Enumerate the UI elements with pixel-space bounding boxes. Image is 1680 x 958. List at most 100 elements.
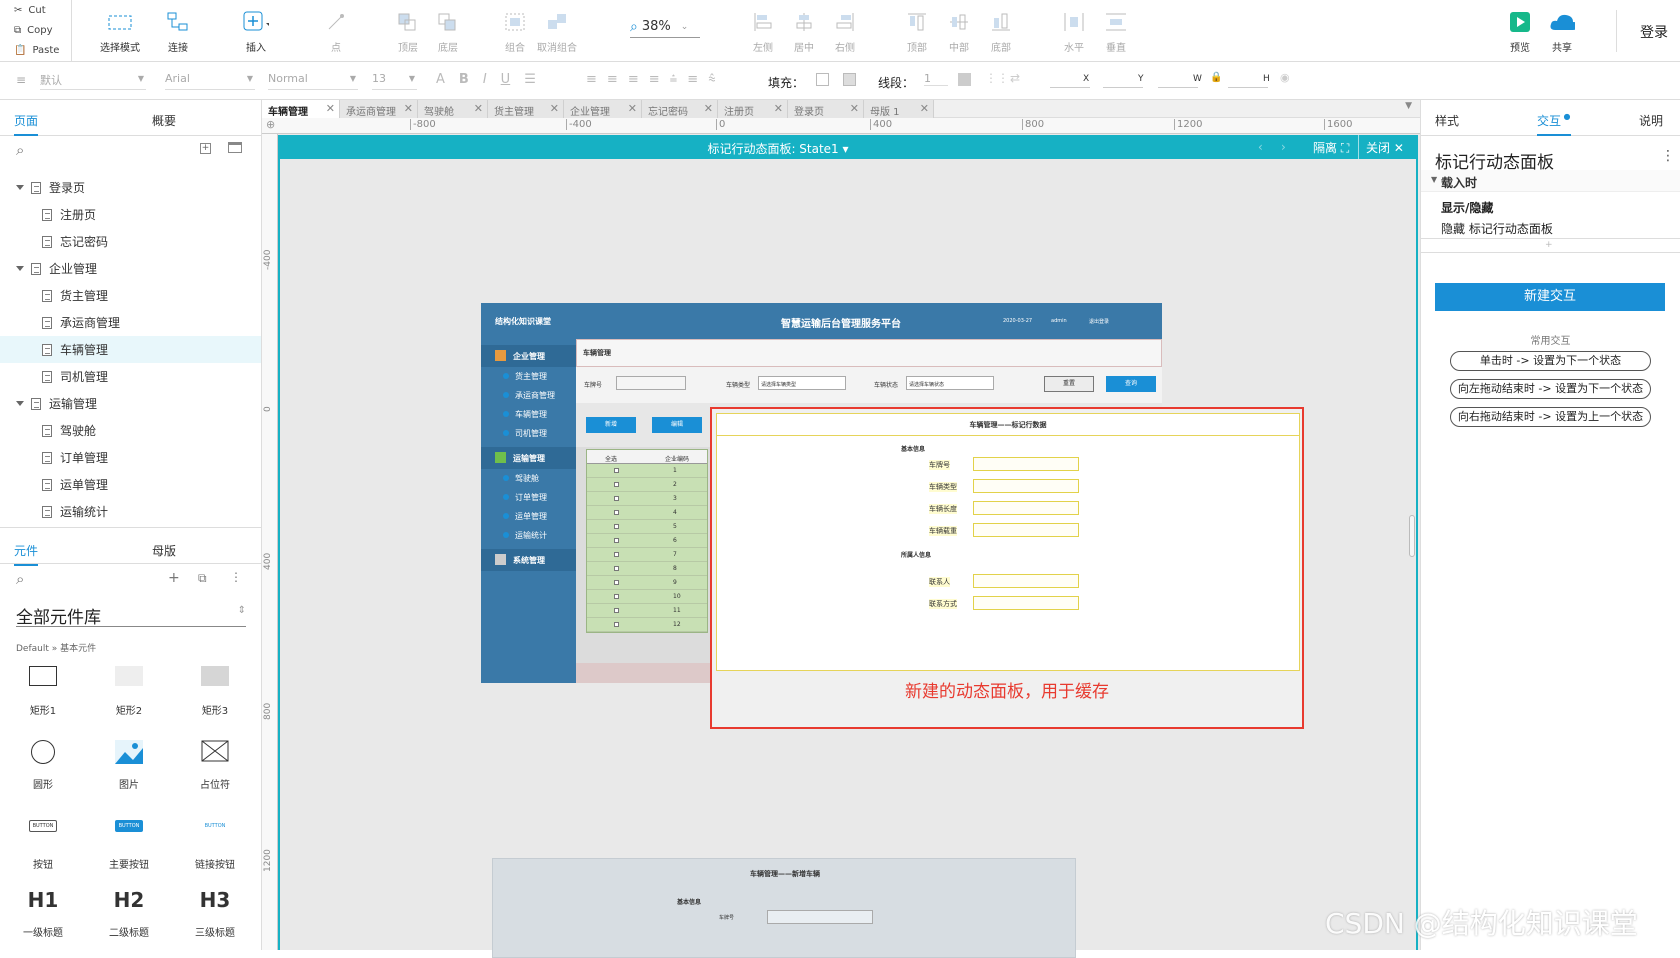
- widget-heading1[interactable]: H1 一级标题: [8, 888, 78, 939]
- tab-outline[interactable]: 概要: [152, 112, 176, 129]
- mock-grid-row[interactable]: 8: [587, 562, 707, 576]
- mock-grid-row[interactable]: 3: [587, 492, 707, 506]
- action-detail[interactable]: 隐藏 标记行动态面板: [1441, 220, 1553, 237]
- document-tab[interactable]: 承运商管理 ✕: [340, 100, 418, 118]
- widget-rectangle2[interactable]: 矩形2: [94, 666, 164, 717]
- mock-plate-input[interactable]: [616, 376, 686, 390]
- page-tree-item[interactable]: 车辆管理: [0, 336, 261, 363]
- row-checkbox[interactable]: [614, 468, 619, 473]
- field-input[interactable]: [973, 479, 1079, 493]
- add-library-icon[interactable]: +: [168, 570, 180, 586]
- text-align-center-icon[interactable]: ≡: [607, 72, 618, 87]
- cut-button[interactable]: ✂ Cut: [0, 0, 71, 20]
- isolate-button[interactable]: 隔离 ⛶: [1313, 139, 1349, 156]
- document-tab[interactable]: 企业管理 ✕: [564, 100, 642, 118]
- style-select[interactable]: 默认 ▼: [40, 72, 146, 90]
- mock-menu-group[interactable]: 运输管理: [481, 447, 576, 469]
- add-folder-icon[interactable]: [228, 142, 242, 153]
- document-tab[interactable]: 母版 1 ✕: [864, 100, 934, 118]
- add-icon[interactable]: +: [1545, 240, 1553, 250]
- page-tree-item[interactable]: 忘记密码: [0, 228, 261, 255]
- font-color-icon[interactable]: A: [436, 72, 445, 87]
- next-state-icon[interactable]: ›: [1281, 140, 1286, 154]
- font-size-select[interactable]: 13 ▼: [372, 72, 417, 90]
- y-input[interactable]: [1103, 72, 1143, 88]
- mock-menu-item[interactable]: 车辆管理: [481, 409, 576, 427]
- row-checkbox[interactable]: [614, 524, 619, 529]
- close-icon[interactable]: ✕: [704, 102, 713, 115]
- italic-icon[interactable]: I: [483, 72, 487, 87]
- tab-pages[interactable]: 页面: [14, 112, 39, 136]
- new-interaction-button[interactable]: 新建交互: [1435, 283, 1665, 311]
- paste-button[interactable]: 📋 Paste: [0, 40, 71, 60]
- widget-image[interactable]: 图片: [94, 740, 164, 791]
- close-panel-button[interactable]: 关闭 ✕: [1366, 139, 1404, 156]
- row-checkbox[interactable]: [614, 510, 619, 515]
- dynamic-panel-state-select[interactable]: 标记行动态面板: State1 ▾: [278, 140, 1278, 157]
- field-input[interactable]: [973, 596, 1079, 610]
- mock-grid-row[interactable]: 10: [587, 590, 707, 604]
- document-tab[interactable]: 驾驶舱 ✕: [418, 100, 488, 118]
- row-checkbox[interactable]: [614, 608, 619, 613]
- field-input[interactable]: [973, 574, 1079, 588]
- page-tree-item[interactable]: 货主管理: [0, 282, 261, 309]
- point-button[interactable]: 点: [306, 6, 366, 58]
- widget-button[interactable]: BUTTON 按钮: [8, 814, 78, 871]
- mock-menu-item[interactable]: 运单管理: [481, 511, 576, 529]
- library-breadcrumb[interactable]: Default » 基本元件: [16, 641, 96, 654]
- line-style-icon[interactable]: ⋮⋮: [985, 71, 1009, 85]
- share-button[interactable]: 共享: [1532, 6, 1592, 58]
- widget-rectangle1[interactable]: 矩形1: [8, 666, 78, 717]
- common-interaction-button[interactable]: 向右拖动结束时 -> 设置为上一个状态: [1450, 407, 1651, 427]
- close-icon[interactable]: ✕: [326, 102, 335, 115]
- mock-menu-group[interactable]: 企业管理: [481, 345, 576, 367]
- mock-query-button[interactable]: 查询: [1106, 376, 1156, 392]
- tab-widgets[interactable]: 元件: [14, 542, 39, 566]
- close-icon[interactable]: ✕: [920, 102, 929, 115]
- canvas-scrollbar[interactable]: [1409, 515, 1415, 557]
- add-page-icon[interactable]: +: [200, 143, 211, 154]
- font-select[interactable]: Arial ▼: [165, 72, 255, 90]
- widget-circle[interactable]: 圆形: [8, 740, 78, 791]
- row-checkbox[interactable]: [614, 552, 619, 557]
- row-checkbox[interactable]: [614, 496, 619, 501]
- zoom-select[interactable]: ⌕ 38% ⌄: [630, 16, 700, 38]
- dynamic-panel-popup[interactable]: 车辆管理——标记行数据 基本信息 车牌号 车辆类型 车辆长度 车辆载重 联系人 联系方式 …: [710, 407, 1304, 729]
- chevron-down-icon[interactable]: ▼: [1405, 101, 1412, 111]
- prev-state-icon[interactable]: ‹: [1258, 140, 1263, 154]
- fill-color-swatch[interactable]: [816, 73, 829, 86]
- caret-down-icon[interactable]: [16, 185, 24, 190]
- tab-notes[interactable]: 说明: [1639, 112, 1663, 129]
- arrow-style-icon[interactable]: ⇄: [1010, 71, 1020, 85]
- row-checkbox[interactable]: [614, 580, 619, 585]
- line-color-swatch[interactable]: [958, 73, 971, 86]
- search-icon[interactable]: ⌕: [16, 570, 24, 588]
- document-tab[interactable]: 忘记密码 ✕: [642, 100, 718, 118]
- mock-grid-row[interactable]: 11: [587, 604, 707, 618]
- row-checkbox[interactable]: [614, 594, 619, 599]
- mock-status-select[interactable]: 请选择车辆状态: [906, 376, 994, 390]
- mock-menu-group[interactable]: 系统管理: [481, 549, 576, 571]
- page-tree-item[interactable]: 运输统计: [0, 498, 261, 525]
- widget-heading2[interactable]: H2 二级标题: [94, 888, 164, 939]
- mock-grid-row[interactable]: 12: [587, 618, 707, 632]
- mock-grid-row[interactable]: 7: [587, 548, 707, 562]
- mock-reset-button[interactable]: 重置: [1044, 376, 1094, 392]
- select-mode-button[interactable]: 选择模式: [90, 6, 150, 58]
- widget-heading3[interactable]: H3 三级标题: [180, 888, 250, 939]
- row-checkbox[interactable]: [614, 538, 619, 543]
- close-icon[interactable]: ✕: [474, 102, 483, 115]
- field-input[interactable]: [973, 523, 1079, 537]
- action-show-hide[interactable]: 显示/隐藏: [1441, 199, 1493, 216]
- row-checkbox[interactable]: [614, 566, 619, 571]
- login-button[interactable]: 登录: [1640, 22, 1668, 42]
- widget-rectangle3[interactable]: 矩形3: [180, 666, 250, 717]
- text-align-right-icon[interactable]: ≡: [628, 72, 639, 87]
- common-interaction-button[interactable]: 向左拖动结束时 -> 设置为下一个状态: [1450, 379, 1651, 399]
- lock-icon[interactable]: 🔒: [1210, 72, 1222, 83]
- mock-grid-row[interactable]: 6: [587, 534, 707, 548]
- page-tree-item[interactable]: 订单管理: [0, 444, 261, 471]
- tab-masters[interactable]: 母版: [152, 542, 176, 559]
- mock-menu-item[interactable]: 订单管理: [481, 492, 576, 510]
- row-checkbox[interactable]: [614, 622, 619, 627]
